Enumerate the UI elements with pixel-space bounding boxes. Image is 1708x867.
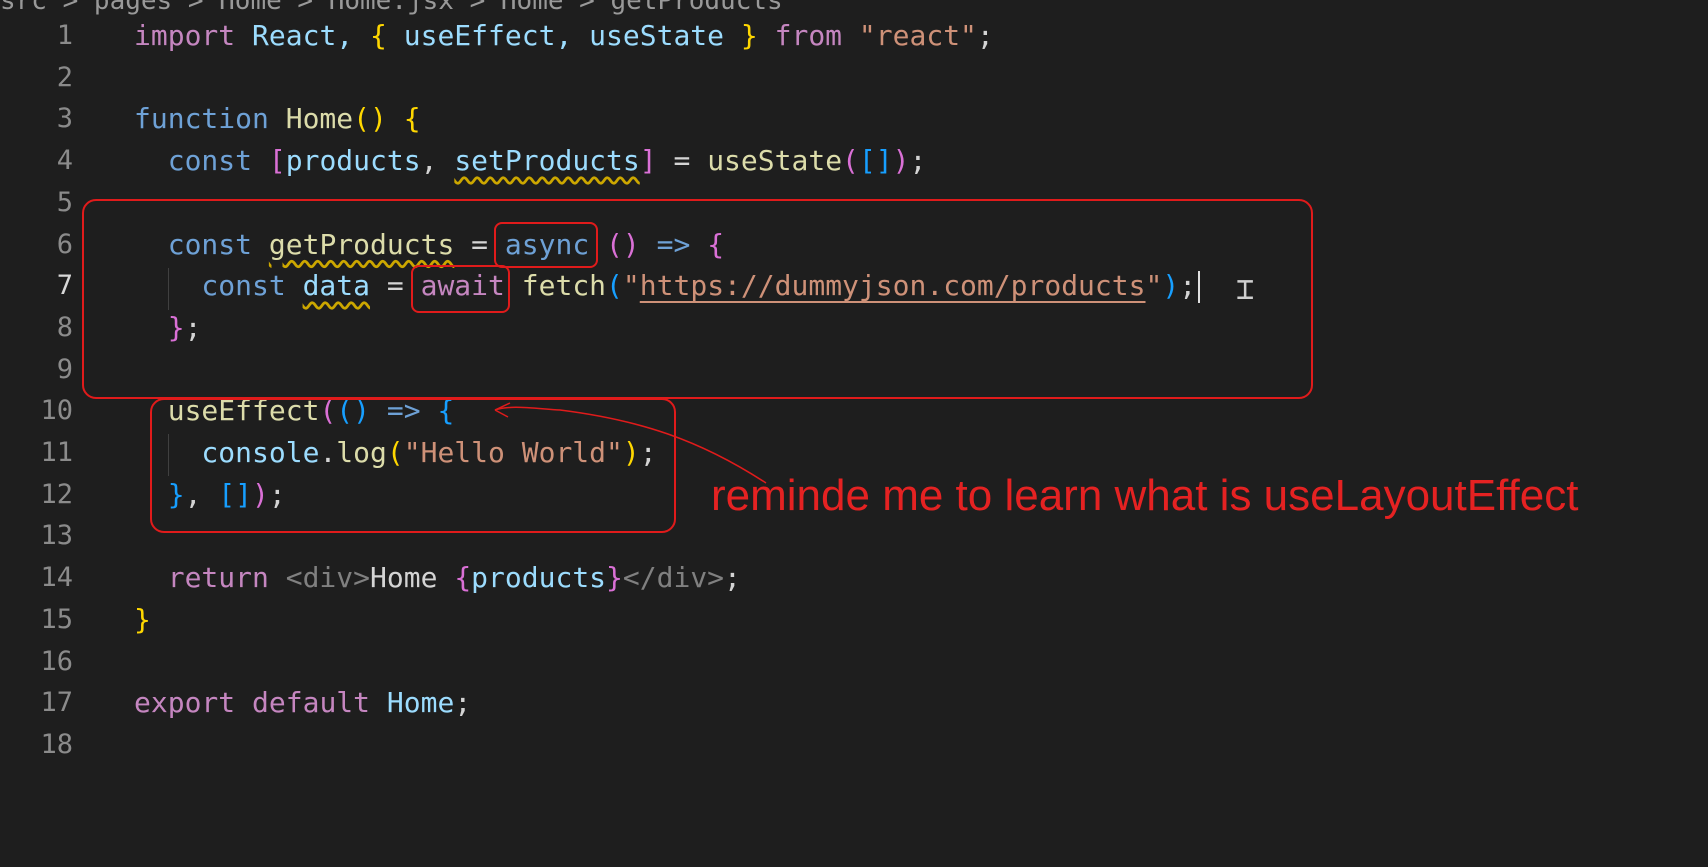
annotation-note: reminde me to learn what is useLayoutEff… (711, 471, 1579, 520)
annotation-arrow (494, 402, 767, 484)
